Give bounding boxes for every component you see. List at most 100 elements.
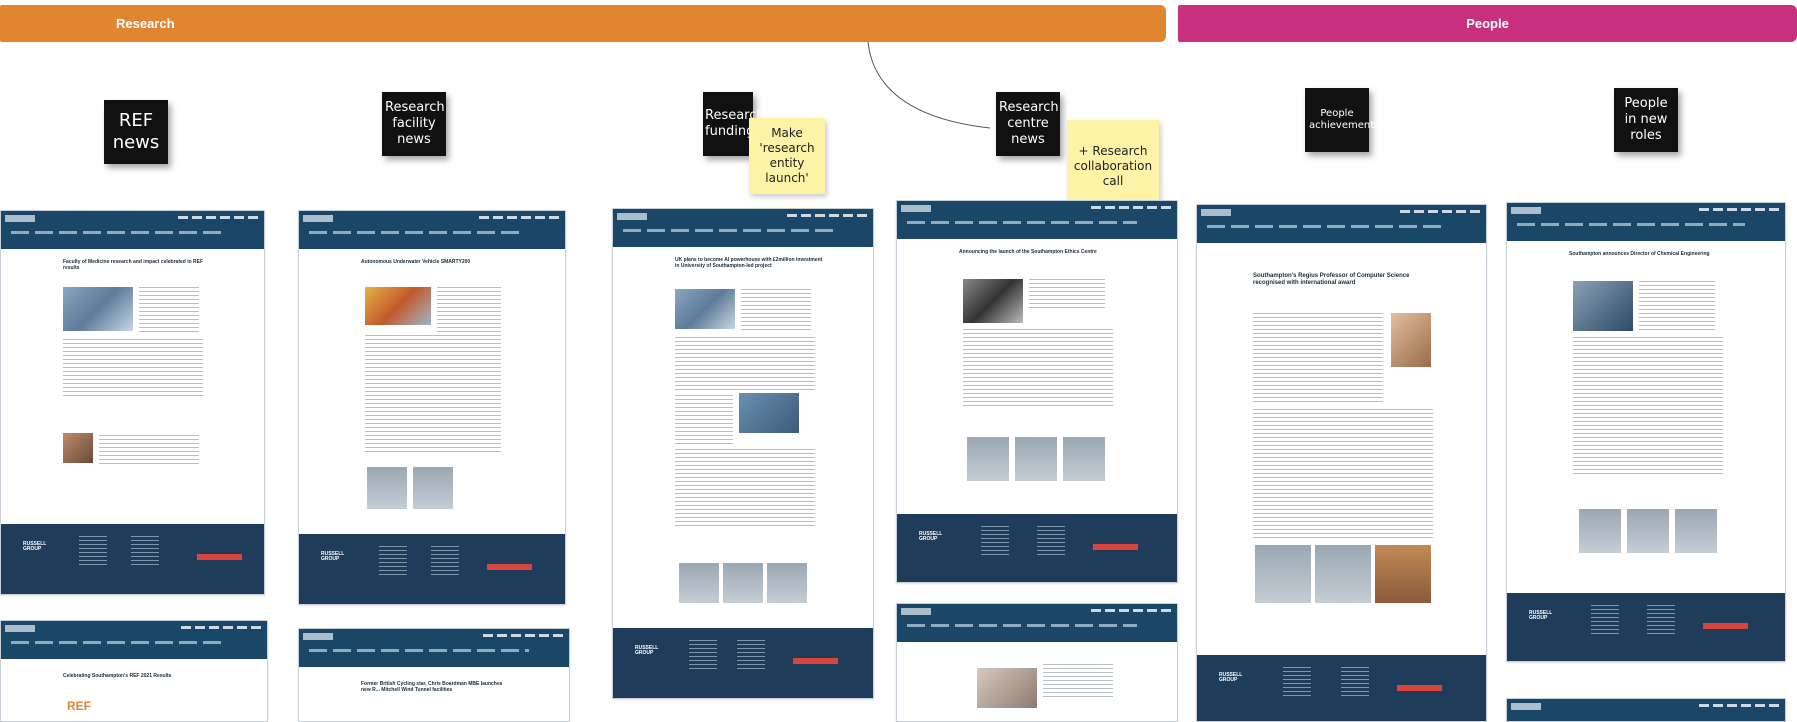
related-article-card[interactable] bbox=[1015, 437, 1057, 481]
site-navigation bbox=[1197, 205, 1486, 243]
article-text bbox=[963, 329, 1113, 409]
people-banner-label: People bbox=[1466, 16, 1509, 31]
site-footer: RUSSELL GROUP bbox=[613, 628, 873, 698]
related-article-card[interactable] bbox=[1255, 545, 1311, 603]
note-text: People achievements bbox=[1309, 107, 1380, 132]
research-section-banner[interactable]: Research bbox=[0, 5, 1166, 42]
article-text bbox=[437, 287, 501, 333]
note-text: + Research collaboration call bbox=[1073, 143, 1153, 188]
note-text: Make 'research entity launch' bbox=[759, 126, 815, 185]
site-navigation bbox=[1507, 699, 1785, 721]
site-navigation bbox=[1507, 203, 1785, 241]
profile-photo bbox=[1573, 281, 1633, 331]
webpage-thumbnail-ref-news[interactable]: Faculty of Medicine research and impact … bbox=[0, 210, 265, 595]
article-text bbox=[1043, 664, 1113, 700]
site-navigation bbox=[1, 211, 264, 249]
site-navigation bbox=[897, 604, 1177, 642]
sticky-note-make-research-entity-launch[interactable]: Make 'research entity launch' bbox=[749, 118, 825, 194]
russell-group-logo: RUSSELL GROUP bbox=[1219, 672, 1243, 683]
site-footer: RUSSELL GROUP bbox=[299, 534, 565, 604]
sticky-note-research-collaboration-call[interactable]: + Research collaboration call bbox=[1067, 120, 1159, 212]
article-text bbox=[1573, 337, 1723, 477]
note-text: REF news bbox=[112, 109, 160, 154]
sticky-note-people-in-new-roles[interactable]: People in new roles bbox=[1614, 88, 1678, 152]
sticky-note-research-centre-news[interactable]: Research centre news bbox=[996, 92, 1060, 156]
site-navigation bbox=[897, 201, 1177, 239]
article-title: Southampton announces Director of Chemic… bbox=[1569, 251, 1710, 257]
article-image bbox=[63, 287, 133, 331]
related-article-card[interactable] bbox=[723, 563, 763, 603]
related-article-card[interactable] bbox=[1579, 509, 1621, 553]
russell-group-logo: RUSSELL GROUP bbox=[321, 551, 345, 562]
article-title: Autonomous Underwater Vehicle SMARTY200 bbox=[361, 259, 471, 265]
russell-group-logo: RUSSELL GROUP bbox=[23, 541, 47, 552]
site-footer: RUSSELL GROUP bbox=[1197, 655, 1486, 721]
related-article-card[interactable] bbox=[679, 563, 719, 603]
article-text bbox=[365, 335, 501, 455]
article-text bbox=[675, 395, 733, 445]
related-article-card[interactable] bbox=[967, 437, 1009, 481]
article-text bbox=[1029, 279, 1105, 309]
webpage-thumbnail-wind-tunnel[interactable]: Former British Cycling star, Chris Board… bbox=[298, 628, 570, 722]
site-footer: RUSSELL GROUP bbox=[897, 514, 1177, 582]
article-image bbox=[739, 393, 799, 433]
related-article-card[interactable] bbox=[1627, 509, 1669, 553]
article-text bbox=[675, 449, 815, 529]
related-article-card[interactable] bbox=[1315, 545, 1371, 603]
russell-group-logo: RUSSELL GROUP bbox=[1529, 610, 1553, 621]
related-article-card[interactable] bbox=[1063, 437, 1105, 481]
article-image bbox=[675, 289, 735, 329]
site-navigation bbox=[299, 211, 565, 249]
sticky-note-ref-news[interactable]: REF news bbox=[104, 100, 168, 164]
sticky-note-research-funding[interactable]: Research funding bbox=[703, 92, 765, 156]
article-text bbox=[139, 287, 199, 335]
note-text: People in new roles bbox=[1624, 95, 1668, 144]
article-title: Faculty of Medicine research and impact … bbox=[63, 259, 204, 271]
article-title: Southampton's Regius Professor of Comput… bbox=[1253, 273, 1410, 286]
article-title: UK plans to become AI powerhouse with £2… bbox=[675, 257, 823, 269]
profile-text bbox=[99, 435, 199, 465]
webpage-thumbnail-facility-news[interactable]: Autonomous Underwater Vehicle SMARTY200 … bbox=[298, 210, 566, 605]
related-article-card[interactable] bbox=[1675, 509, 1717, 553]
site-navigation bbox=[613, 209, 873, 247]
article-image bbox=[977, 668, 1037, 708]
article-text bbox=[675, 337, 815, 393]
note-text: Research funding bbox=[705, 107, 765, 139]
article-text bbox=[1253, 313, 1383, 403]
site-navigation bbox=[299, 629, 569, 667]
site-footer: RUSSELL GROUP bbox=[1507, 593, 1785, 661]
related-article-card[interactable] bbox=[1375, 545, 1431, 603]
note-text: Research centre news bbox=[999, 99, 1059, 148]
article-text bbox=[1253, 409, 1433, 539]
webpage-thumbnail-people-achievements[interactable]: Southampton's Regius Professor of Comput… bbox=[1196, 204, 1487, 722]
site-navigation bbox=[1, 621, 267, 659]
ref-logo: REF bbox=[67, 699, 91, 713]
related-article-card[interactable] bbox=[367, 467, 407, 509]
article-image bbox=[365, 287, 431, 325]
article-image bbox=[963, 279, 1023, 323]
article-text bbox=[1639, 281, 1715, 331]
webpage-thumbnail-roles-second[interactable] bbox=[1506, 698, 1786, 722]
article-text bbox=[741, 289, 811, 333]
sticky-note-research-facility-news[interactable]: Research facility news bbox=[382, 92, 446, 156]
people-section-banner[interactable]: People bbox=[1178, 5, 1797, 42]
related-article-card[interactable] bbox=[767, 563, 807, 603]
article-title: Announcing the launch of the Southampton… bbox=[959, 249, 1097, 255]
webpage-thumbnail-centre-second[interactable] bbox=[896, 603, 1178, 722]
profile-photo bbox=[63, 433, 93, 463]
webpage-thumbnail-research-centre-news[interactable]: Announcing the launch of the Southampton… bbox=[896, 200, 1178, 583]
article-title: Former British Cycling star, Chris Board… bbox=[361, 681, 503, 693]
profile-photo bbox=[1391, 313, 1431, 367]
russell-group-logo: RUSSELL GROUP bbox=[919, 531, 943, 542]
site-footer: RUSSELL GROUP bbox=[1, 524, 264, 594]
article-text bbox=[63, 339, 203, 399]
sticky-note-people-achievements[interactable]: People achievements bbox=[1305, 88, 1380, 152]
article-title: Celebrating Southampton's REF 2021 Resul… bbox=[63, 673, 172, 679]
note-text: Research facility news bbox=[385, 99, 445, 148]
webpage-thumbnail-ref-results[interactable]: Celebrating Southampton's REF 2021 Resul… bbox=[0, 620, 268, 722]
related-article-card[interactable] bbox=[413, 467, 453, 509]
webpage-thumbnail-people-new-roles[interactable]: Southampton announces Director of Chemic… bbox=[1506, 202, 1786, 662]
russell-group-logo: RUSSELL GROUP bbox=[635, 645, 659, 656]
research-banner-label: Research bbox=[116, 16, 175, 31]
webpage-thumbnail-research-funding[interactable]: UK plans to become AI powerhouse with £2… bbox=[612, 208, 874, 699]
